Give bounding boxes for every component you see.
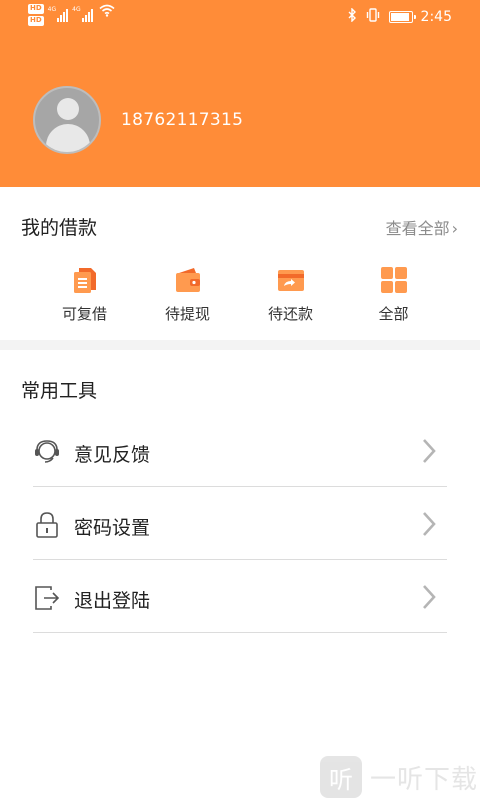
wifi-icon: [99, 4, 115, 22]
wallet-icon: [173, 265, 203, 295]
status-left: HD HD 4G 4G: [28, 4, 115, 26]
loan-shortcut-repay[interactable]: 待还款: [239, 265, 342, 324]
loan-shortcut-label: 全部: [378, 305, 409, 323]
avatar[interactable]: [33, 86, 101, 154]
tool-label: 意见反馈: [74, 444, 151, 466]
status-right: 2:45: [348, 7, 452, 26]
my-loans-title: 我的借款: [21, 217, 98, 239]
avatar-body: [46, 124, 90, 152]
vibrate-icon: [365, 8, 381, 26]
profile-header: 18762117315: [0, 34, 480, 187]
loan-shortcut-reborrow[interactable]: 可复借: [33, 265, 136, 324]
battery-icon: [388, 11, 416, 23]
loan-shortcut-label: 待还款: [267, 305, 313, 323]
battery-level: [390, 13, 410, 21]
watermark-text: 一听下载: [370, 764, 479, 795]
chevron-right-icon: [419, 436, 439, 466]
tool-row-password[interactable]: 密码设置: [33, 487, 447, 560]
phone-number: 18762117315: [121, 110, 244, 130]
logout-icon: [33, 584, 61, 612]
watermark: 听 一听下载: [320, 756, 478, 798]
loan-shortcut-all[interactable]: 全部: [342, 265, 445, 324]
tools-section: 常用工具 意见反馈 密码设置 退出登陆: [0, 350, 480, 800]
status-bar: HD HD 4G 4G 2:45: [0, 0, 480, 34]
hd-badges: HD HD: [28, 4, 44, 26]
headset-icon: [33, 438, 61, 466]
tool-row-logout[interactable]: 退出登陆: [33, 560, 447, 633]
loan-shortcut-withdraw[interactable]: 待提现: [136, 265, 239, 324]
tool-label: 退出登陆: [74, 590, 151, 612]
signal-icon: 4G: [72, 6, 93, 22]
signal-icon: 4G: [47, 6, 69, 22]
my-loans-section: 我的借款 查看全部 › 可复借 待提现 待还款 全部: [0, 187, 480, 340]
view-all-link[interactable]: 查看全部 ›: [386, 215, 458, 239]
loan-shortcut-label: 可复借: [61, 305, 107, 323]
watermark-logo: 听: [320, 756, 362, 798]
section-divider: [0, 340, 480, 350]
tool-label: 密码设置: [74, 517, 151, 539]
hd-badge: HD: [28, 4, 44, 14]
bluetooth-icon: [348, 7, 357, 26]
view-all-label: 查看全部: [385, 219, 450, 238]
chevron-right-icon: [419, 509, 439, 539]
network-label: 4G: [72, 6, 81, 13]
loan-shortcut-label: 待提现: [164, 305, 210, 323]
document-icon: [70, 265, 100, 295]
lock-icon: [33, 511, 61, 539]
tools-title: 常用工具: [21, 380, 98, 402]
tool-row-feedback[interactable]: 意见反馈: [33, 414, 447, 487]
card-repay-icon: [276, 265, 306, 295]
chevron-right-icon: ›: [451, 219, 458, 238]
loan-shortcuts: 可复借 待提现 待还款 全部: [0, 265, 480, 324]
grid-icon: [379, 265, 409, 295]
status-time: 2:45: [420, 9, 452, 25]
chevron-right-icon: [419, 582, 439, 612]
network-label: 4G: [47, 6, 57, 13]
hd-badge: HD: [28, 16, 44, 26]
avatar-head: [57, 98, 79, 120]
